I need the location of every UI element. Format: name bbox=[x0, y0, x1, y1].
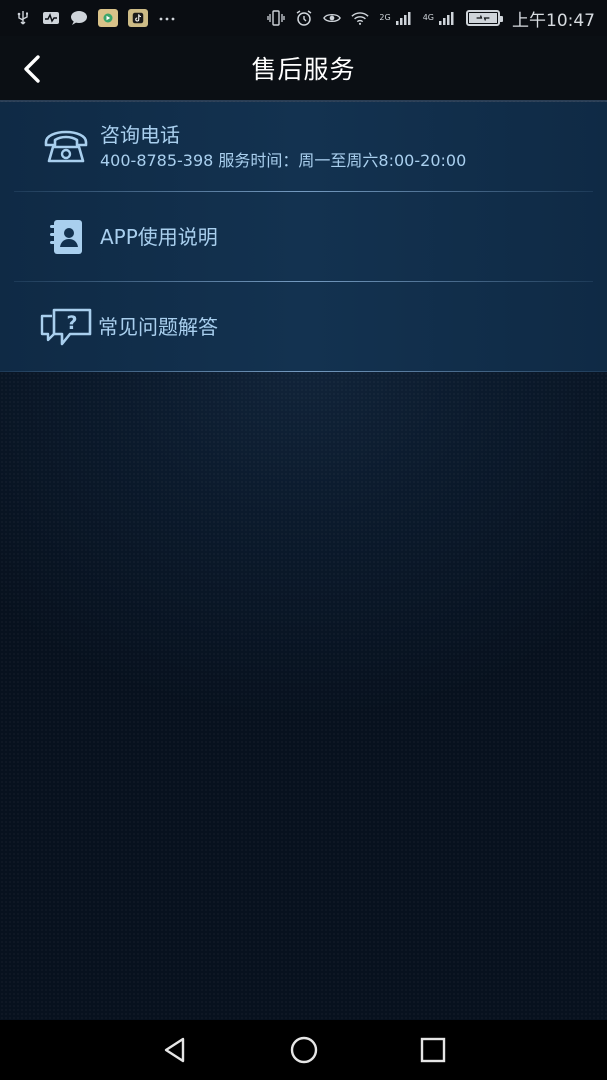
page-title: 售后服务 bbox=[251, 55, 356, 84]
app-header: 售后服务 bbox=[0, 36, 607, 102]
service-menu-list: 咨询电话 400-8785-398 服务时间：周一至周六8:00-20:00 A… bbox=[0, 102, 607, 372]
usb-icon bbox=[14, 10, 32, 26]
chevron-left-icon bbox=[24, 55, 40, 83]
status-bar: 2G 4G 上午10:47 bbox=[0, 0, 607, 36]
contact-book-icon bbox=[42, 212, 98, 262]
activity-icon bbox=[42, 10, 60, 26]
eye-icon bbox=[323, 10, 342, 26]
screen: 2G 4G 上午10:47 售后服务 咨询电话 400-8785-398 服务时… bbox=[0, 0, 607, 1080]
alarm-icon bbox=[295, 10, 313, 26]
status-clock: 上午10:47 bbox=[512, 10, 595, 31]
faq-title: 常见问题解答 bbox=[98, 315, 218, 339]
network-2g-label: 2G bbox=[379, 12, 391, 22]
more-dots-icon bbox=[158, 10, 176, 26]
chat-icon bbox=[70, 10, 88, 26]
signal-icon bbox=[395, 10, 413, 26]
video-app-icon bbox=[98, 9, 118, 27]
app-manual-title: APP使用说明 bbox=[100, 225, 218, 249]
telephone-icon bbox=[42, 122, 98, 172]
menu-item-app-manual[interactable]: APP使用说明 bbox=[0, 192, 607, 282]
nav-home-button[interactable] bbox=[284, 1030, 324, 1070]
recents-square-icon bbox=[420, 1037, 445, 1063]
back-triangle-icon bbox=[164, 1037, 184, 1063]
nav-back-button[interactable] bbox=[155, 1030, 195, 1070]
battery-icon bbox=[466, 10, 503, 26]
menu-item-faq[interactable]: ? 常见问题解答 bbox=[0, 282, 607, 372]
consult-phone-title: 咨询电话 bbox=[100, 123, 180, 147]
signal-icon bbox=[438, 10, 456, 26]
faq-text: 常见问题解答 bbox=[98, 314, 218, 340]
wifi-icon bbox=[351, 10, 370, 26]
consult-phone-detail: 400-8785-398 服务时间：周一至周六8:00-20:00 bbox=[100, 151, 467, 170]
menu-item-consult-phone[interactable]: 咨询电话 400-8785-398 服务时间：周一至周六8:00-20:00 bbox=[0, 102, 607, 192]
svg-text:?: ? bbox=[66, 312, 77, 334]
consult-phone-text: 咨询电话 400-8785-398 服务时间：周一至周六8:00-20:00 bbox=[100, 122, 466, 172]
nav-recents-button[interactable] bbox=[413, 1030, 453, 1070]
home-circle-icon bbox=[290, 1036, 317, 1064]
status-right: 2G 4G 上午10:47 bbox=[267, 6, 595, 31]
status-left bbox=[14, 9, 176, 27]
back-button[interactable] bbox=[12, 49, 52, 89]
divider bbox=[0, 371, 607, 372]
vibrate-icon bbox=[267, 10, 286, 26]
system-nav-bar bbox=[0, 1020, 607, 1080]
tiktok-icon bbox=[128, 9, 148, 27]
app-manual-text: APP使用说明 bbox=[100, 224, 218, 250]
question-chat-icon: ? bbox=[40, 302, 96, 352]
network-4g-label: 4G bbox=[422, 12, 434, 22]
